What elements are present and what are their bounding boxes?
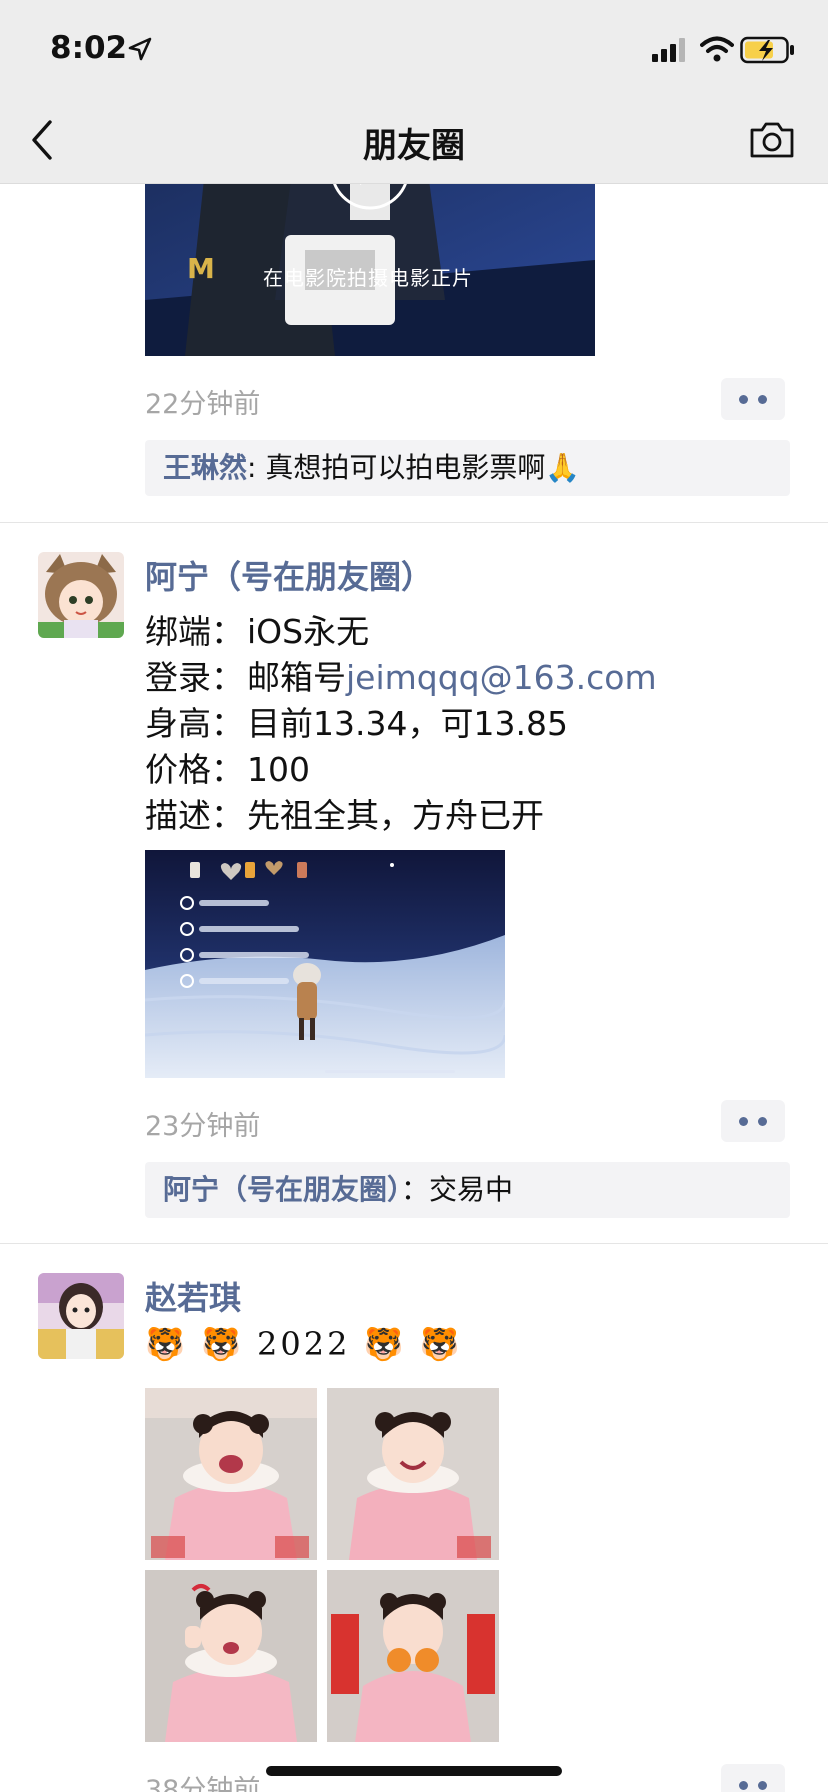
comment-author[interactable]: 王琳然 [163, 451, 247, 484]
email-link[interactable]: jeimqqq@163.com [346, 658, 657, 697]
game-screenshot-image [145, 850, 505, 1078]
svg-text:M: M [187, 252, 215, 285]
child-photo-image [327, 1388, 499, 1560]
dot-icon [758, 1780, 767, 1790]
video-caption: 在电影院拍摄电影正片 [263, 266, 473, 290]
post-text-line: 登录：邮箱号jeimqqq@163.com [145, 651, 657, 699]
post-text-line: 描述：先祖全其，方舟已开 [145, 789, 544, 837]
grid-photo[interactable] [145, 1388, 317, 1560]
top-bar: 8:02 朋友圈 [0, 0, 828, 184]
line-label: 身高： [145, 704, 244, 743]
post-time: 38分钟前 [145, 1775, 261, 1792]
comment-text: ：交易中 [401, 1173, 514, 1206]
more-actions-button[interactable] [721, 1764, 785, 1792]
avatar-image [38, 1273, 124, 1359]
dot-icon [739, 1116, 748, 1126]
grid-photo[interactable] [327, 1570, 499, 1742]
line-label: 描述： [145, 796, 244, 835]
post-text-line: 价格：100 [145, 743, 310, 791]
avatar[interactable] [38, 1273, 124, 1359]
more-actions-button[interactable] [721, 378, 785, 420]
line-label: 价格： [145, 750, 244, 789]
signal-icon [652, 38, 685, 62]
dot-icon [758, 1116, 767, 1126]
post-text-line: 身高：目前13.34，可13.85 [145, 697, 568, 745]
comment-text: : 真想拍可以拍电影票啊🙏 [247, 451, 581, 484]
line-value: 100 [247, 750, 310, 789]
post-text: 🐯 🐯 2022 🐯 🐯 [145, 1325, 463, 1363]
post-author[interactable]: 赵若琪 [145, 1273, 241, 1319]
avatar[interactable] [38, 552, 124, 638]
post-image[interactable] [145, 850, 505, 1078]
post-divider [0, 522, 828, 523]
comment-box: 阿宁（号在朋友圈）：交易中 [145, 1162, 790, 1219]
home-indicator[interactable] [266, 1766, 562, 1776]
line-label: 登录： [145, 658, 244, 697]
post-text-line: 绑端：iOS永无 [145, 605, 369, 653]
child-photo-image [145, 1570, 317, 1742]
status-time: 8:02 [50, 30, 128, 66]
post-time: 23分钟前 [145, 1111, 261, 1142]
avatar-image [38, 552, 124, 638]
grid-photo[interactable] [145, 1570, 317, 1742]
dot-icon [758, 394, 767, 404]
comment-box: 王琳然: 真想拍可以拍电影票啊🙏 [145, 440, 790, 497]
dot-icon [739, 394, 748, 404]
comment-author[interactable]: 阿宁（号在朋友圈） [163, 1173, 401, 1206]
more-actions-button[interactable] [721, 1100, 785, 1142]
post-author[interactable]: 阿宁（号在朋友圈） [145, 552, 433, 598]
wifi-icon [700, 36, 734, 62]
line-value: 先祖全其，方舟已开 [247, 796, 544, 835]
line-label: 绑端： [145, 612, 244, 651]
location-arrow-icon [128, 37, 152, 61]
post-time: 22分钟前 [145, 389, 261, 420]
line-value: 邮箱号 [247, 658, 346, 697]
grid-photo[interactable] [327, 1388, 499, 1560]
line-value: iOS永无 [247, 612, 370, 651]
line-value: 目前13.34，可13.85 [247, 704, 568, 743]
battery-charging-icon [740, 36, 794, 64]
child-photo-image [145, 1388, 317, 1560]
camera-icon[interactable] [748, 120, 796, 160]
page-title: 朋友圈 [363, 126, 465, 166]
post-divider [0, 1243, 828, 1244]
dot-icon [739, 1780, 748, 1790]
child-photo-image [327, 1570, 499, 1742]
